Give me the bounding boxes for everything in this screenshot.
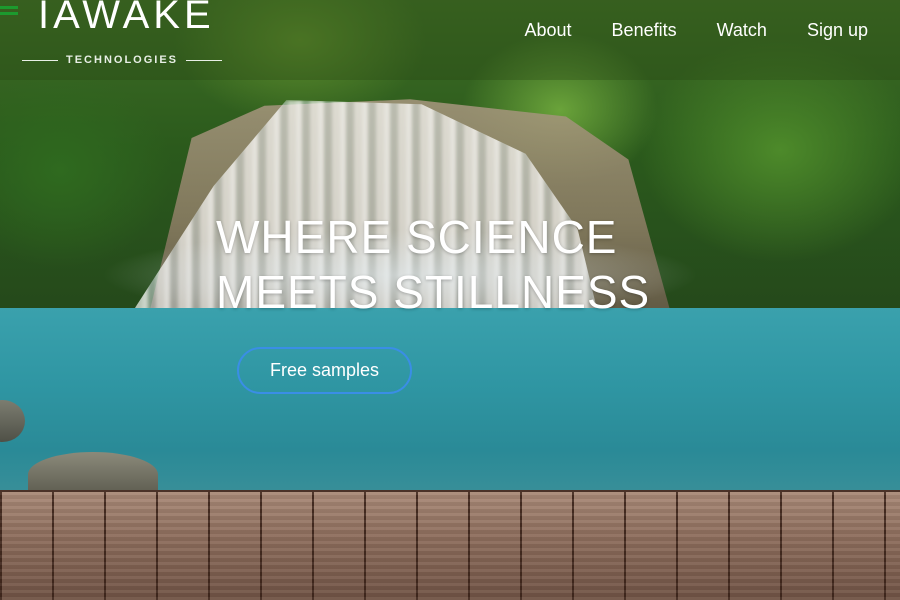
- hamburger-menu-icon[interactable]: [0, 6, 20, 15]
- main-nav: About Benefits Watch Sign up: [525, 18, 869, 42]
- logo-divider-right: [186, 59, 223, 61]
- nav-link-about[interactable]: About: [525, 18, 572, 42]
- logo-subtitle: TECHNOLOGIES: [66, 54, 179, 66]
- nav-link-benefits[interactable]: Benefits: [612, 18, 677, 42]
- hero-headline-line-1: WHERE SCIENCE: [216, 211, 618, 263]
- hero-headline-line-2: MEETS STILLNESS: [216, 266, 651, 318]
- nav-link-watch[interactable]: Watch: [717, 18, 767, 42]
- free-samples-button[interactable]: Free samples: [237, 347, 412, 394]
- logo-wordmark: IAWAKE: [38, 0, 215, 37]
- logo-divider-left: [22, 59, 58, 61]
- hero-headline: WHERE SCIENCE MEETS STILLNESS: [216, 210, 650, 320]
- wooden-deck: [0, 490, 900, 600]
- nav-link-sign-up[interactable]: Sign up: [807, 18, 868, 42]
- logo-tagline: TECHNOLOGIES: [22, 52, 223, 68]
- top-navigation-bar: IAWAKE TECHNOLOGIES About Benefits Watch…: [0, 0, 900, 80]
